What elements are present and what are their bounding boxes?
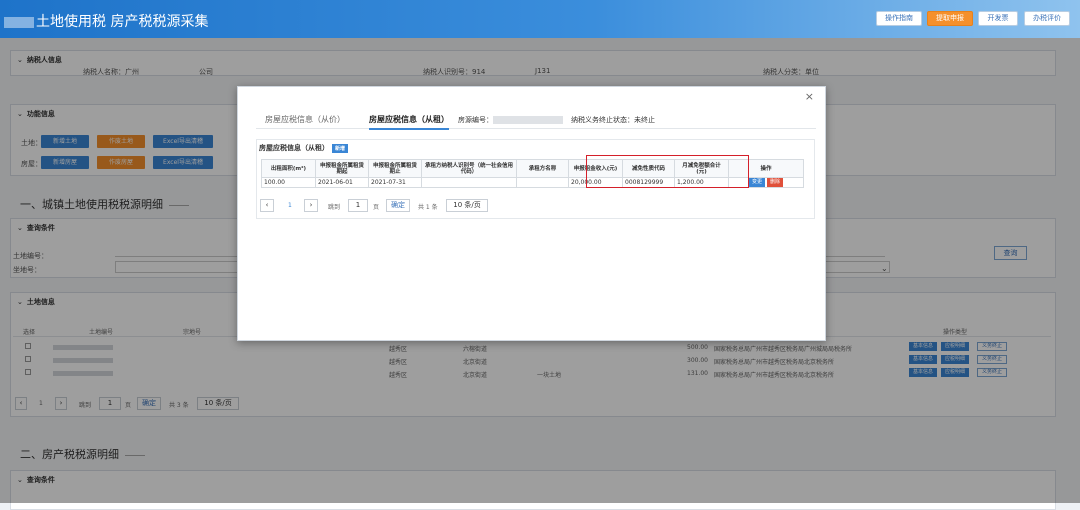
redacted-house-no <box>493 116 563 124</box>
extract-declare-button[interactable]: 提取申报 <box>927 11 973 26</box>
confirm-page-button[interactable]: 确定 <box>386 199 410 212</box>
goto-page-input[interactable]: 1 <box>348 199 368 212</box>
page-title-text: 土地使用税 房产税税源采集 <box>36 14 209 30</box>
delete-button[interactable]: 删除 <box>766 178 783 187</box>
tab-by-value[interactable]: 房屋应税信息（从价） <box>265 114 345 125</box>
guide-button[interactable]: 操作指南 <box>876 11 922 26</box>
rent-info-title: 房屋应税信息（从租） 新增 <box>259 143 349 153</box>
house-no: 房源编号： <box>458 115 563 125</box>
house-rent-modal: × 房屋应税信息（从价） 房屋应税信息（从租） 房源编号： 纳税义务终止状态：未… <box>237 86 826 341</box>
modal-tabs: 房屋应税信息（从价） 房屋应税信息（从租） 房源编号： 纳税义务终止状态：未终止 <box>256 113 816 130</box>
tab-by-rent[interactable]: 房屋应税信息（从租） <box>369 114 449 130</box>
evaluate-button[interactable]: 办税评价 <box>1024 11 1070 26</box>
page-title: 土地使用税 房产税税源采集 <box>4 11 208 31</box>
next-page-button[interactable]: › <box>304 199 318 212</box>
app-header: 土地使用税 房产税税源采集 操作指南 提取申报 开发票 办税评价 <box>0 0 1080 38</box>
page-size-select[interactable]: 10 条/页 <box>446 199 488 212</box>
edit-button[interactable]: 变更 <box>749 178 766 187</box>
close-icon[interactable]: × <box>805 90 814 103</box>
blurred-title-prefix <box>4 16 34 28</box>
prev-page-button[interactable]: ‹ <box>260 199 274 212</box>
add-record-button[interactable]: 新增 <box>332 143 349 153</box>
highlight-box <box>586 155 749 188</box>
obligation-status: 纳税义务终止状态：未终止 <box>571 116 655 124</box>
invoice-button[interactable]: 开发票 <box>978 11 1018 26</box>
